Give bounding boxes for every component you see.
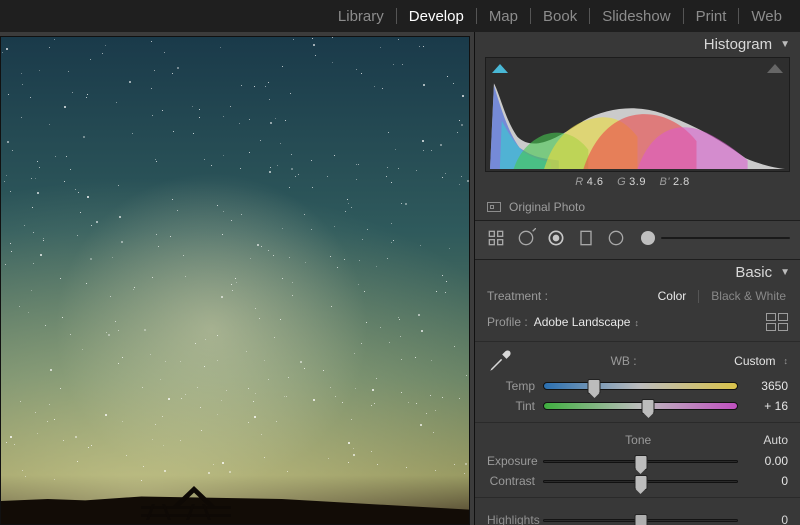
nav-tab-library[interactable]: Library <box>338 8 384 25</box>
profile-browser-button[interactable] <box>766 313 788 331</box>
module-nav: Library Develop Map Book Slideshow Print Web <box>0 0 800 32</box>
tone-header: Tone Auto <box>475 422 800 451</box>
right-panel: Histogram ▼ R4.6 G3.9 B'2.8 Original Pho <box>474 32 800 525</box>
temp-value[interactable]: 3650 <box>746 379 788 393</box>
local-tools-strip <box>475 220 800 260</box>
profile-label: Profile : <box>487 315 528 329</box>
clipping-highlight-icon[interactable] <box>767 64 783 73</box>
spot-removal-icon[interactable] <box>515 227 537 249</box>
exposure-slider[interactable]: Exposure 0.00 <box>475 451 800 471</box>
temp-slider[interactable]: Temp 3650 <box>475 376 800 396</box>
original-photo-toggle[interactable]: Original Photo <box>475 194 800 220</box>
treatment-color[interactable]: Color <box>656 289 689 303</box>
graduated-filter-icon[interactable] <box>575 227 597 249</box>
histogram[interactable] <box>485 57 790 172</box>
redeye-tool-icon[interactable] <box>545 227 567 249</box>
preview-photo <box>0 36 470 525</box>
tint-value[interactable]: + 16 <box>746 399 788 413</box>
chevron-down-icon: ▼ <box>780 39 790 50</box>
treatment-bw[interactable]: Black & White <box>709 289 788 303</box>
basic-title: Basic <box>735 264 772 281</box>
nav-tab-slideshow[interactable]: Slideshow <box>602 8 670 25</box>
original-photo-label: Original Photo <box>509 200 585 214</box>
mask-amount-slider[interactable] <box>641 231 790 245</box>
nav-tab-web[interactable]: Web <box>751 8 782 25</box>
slider-thumb-icon[interactable] <box>642 399 655 414</box>
highlights-slider[interactable]: Highlights 0 <box>475 510 800 525</box>
clipping-shadow-icon[interactable] <box>492 64 508 73</box>
radial-filter-icon[interactable] <box>605 227 627 249</box>
contrast-value[interactable]: 0 <box>746 474 788 488</box>
nav-tab-print[interactable]: Print <box>696 8 727 25</box>
nav-tab-develop[interactable]: Develop <box>409 8 464 25</box>
profile-row: Profile : Adobe Landscape↕ <box>475 307 800 342</box>
original-photo-icon <box>487 202 501 212</box>
nav-tab-map[interactable]: Map <box>489 8 518 25</box>
chevron-updown-icon: ↕ <box>634 318 639 328</box>
eyedropper-icon[interactable] <box>487 348 513 374</box>
basic-header[interactable]: Basic ▼ <box>475 260 800 285</box>
tone-label: Tone <box>513 433 763 447</box>
exposure-value[interactable]: 0.00 <box>746 454 788 468</box>
wb-preset-select[interactable]: Custom↕ <box>734 354 788 368</box>
chevron-updown-icon: ↕ <box>784 356 789 366</box>
slider-thumb-icon[interactable] <box>634 475 647 490</box>
tint-slider[interactable]: Tint + 16 <box>475 396 800 416</box>
treatment-row: Treatment : Color Black & White <box>475 285 800 307</box>
contrast-slider[interactable]: Contrast 0 <box>475 471 800 491</box>
highlights-value[interactable]: 0 <box>746 513 788 525</box>
wb-row: WB : Custom↕ <box>487 348 788 374</box>
profile-select[interactable]: Adobe Landscape↕ <box>534 315 639 329</box>
slider-thumb-icon[interactable] <box>634 514 647 525</box>
image-canvas[interactable] <box>0 32 474 525</box>
chevron-down-icon: ▼ <box>780 267 790 278</box>
treatment-label: Treatment : <box>487 289 548 303</box>
slider-thumb-icon[interactable] <box>588 379 601 394</box>
wb-label: WB : <box>611 354 637 368</box>
slider-thumb-icon[interactable] <box>641 231 655 245</box>
histogram-readout: R4.6 G3.9 B'2.8 <box>475 172 800 194</box>
histogram-title: Histogram <box>704 36 772 53</box>
nav-tab-book[interactable]: Book <box>543 8 577 25</box>
auto-tone-button[interactable]: Auto <box>763 433 788 447</box>
slider-thumb-icon[interactable] <box>634 455 647 470</box>
crop-tool-icon[interactable] <box>485 227 507 249</box>
histogram-header[interactable]: Histogram ▼ <box>475 32 800 57</box>
